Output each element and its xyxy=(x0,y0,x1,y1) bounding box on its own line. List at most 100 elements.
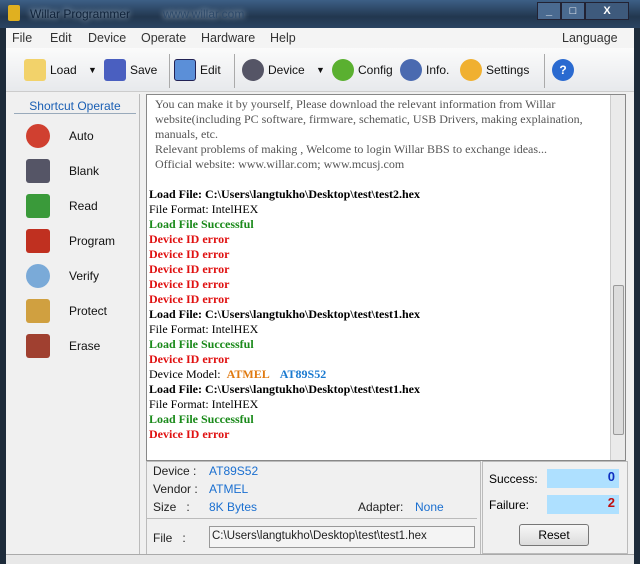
log-text: File Format: IntelHEX xyxy=(149,202,259,216)
edit-button[interactable]: Edit xyxy=(174,58,221,82)
device-info-panel: Device : AT89S52 Vendor : ATMEL Size : 8… xyxy=(146,461,481,564)
protect-label: Protect xyxy=(69,304,108,318)
info-button[interactable]: Info. xyxy=(400,58,449,82)
log-line: Load File: C:\Users\langtukho\Desktop\te… xyxy=(149,382,609,397)
log-line: Load File Successful xyxy=(149,337,609,352)
menu-language[interactable]: Language xyxy=(562,31,618,45)
vendor-value: ATMEL xyxy=(209,482,249,496)
settings-gear-icon xyxy=(460,59,482,81)
log-line: Load File Successful xyxy=(149,217,609,232)
success-label: Success: xyxy=(489,472,538,486)
load-dropdown[interactable]: ▼ xyxy=(88,58,97,82)
adapter-label: Adapter: xyxy=(358,500,404,514)
intro-text: You can make it by yourself, Please down… xyxy=(149,97,609,172)
log-line: Device ID error xyxy=(149,292,609,307)
log-text: Device ID error xyxy=(149,247,230,261)
log-text: Device ID error xyxy=(149,292,230,306)
blank-icon xyxy=(26,159,50,183)
load-button[interactable]: Load xyxy=(24,58,77,82)
file-label: File : xyxy=(153,531,186,545)
log-model: AT89S52 xyxy=(279,367,327,381)
erase-button[interactable]: Erase xyxy=(26,332,136,360)
log-line: File Format: IntelHEX xyxy=(149,202,609,217)
failure-count: 2 xyxy=(547,495,619,514)
title-bar: Willar Programmer www.willar.com _ □ X xyxy=(0,0,640,28)
auto-icon xyxy=(26,124,50,148)
log-output[interactable]: You can make it by yourself, Please down… xyxy=(146,94,626,461)
menu-help[interactable]: Help xyxy=(270,31,296,45)
log-lines: Load File: C:\Users\langtukho\Desktop\te… xyxy=(149,187,609,442)
failure-label: Failure: xyxy=(489,498,530,512)
folder-open-icon xyxy=(24,59,46,81)
log-line: Device ID error xyxy=(149,247,609,262)
menu-hardware[interactable]: Hardware xyxy=(201,31,255,45)
close-button[interactable]: X xyxy=(585,2,629,20)
help-button[interactable]: ? xyxy=(552,58,574,82)
log-text: Device ID error xyxy=(149,427,230,441)
size-value: 8K Bytes xyxy=(209,500,258,514)
program-button[interactable]: Program xyxy=(26,227,136,255)
reset-button[interactable]: Reset xyxy=(519,524,589,546)
config-label: Config xyxy=(358,63,393,77)
shortcut-header: Shortcut Operate xyxy=(14,99,136,114)
menu-operate[interactable]: Operate xyxy=(141,31,186,45)
separator xyxy=(169,54,170,88)
auto-button[interactable]: Auto xyxy=(26,122,136,150)
log-text: Device ID error xyxy=(149,262,230,276)
size-label: Size : xyxy=(153,500,190,514)
settings-label: Settings xyxy=(486,63,530,77)
maximize-button[interactable]: □ xyxy=(561,2,585,20)
info-icon xyxy=(400,59,422,81)
config-button[interactable]: Config xyxy=(332,58,393,82)
log-line: File Format: IntelHEX xyxy=(149,322,609,337)
info-label: Info. xyxy=(426,63,450,77)
log-line: Load File: C:\Users\langtukho\Desktop\te… xyxy=(149,187,609,202)
log-line: Device ID error xyxy=(149,262,609,277)
save-button[interactable]: Save xyxy=(104,58,157,82)
intro-line: website(including PC software, firmware,… xyxy=(155,112,583,126)
menu-edit[interactable]: Edit xyxy=(50,31,72,45)
log-line: Load File: C:\Users\langtukho\Desktop\te… xyxy=(149,307,609,322)
menu-bar: File Edit Device Operate Hardware Help L… xyxy=(6,28,634,48)
adapter-value: None xyxy=(415,500,444,514)
log-text: Load File Successful xyxy=(149,217,254,231)
stats-panel: Success: 0 Failure: 2 Reset xyxy=(482,461,628,554)
log-text: Load File Successful xyxy=(149,412,254,426)
menu-file[interactable]: File xyxy=(12,31,32,45)
protect-button[interactable]: Protect xyxy=(26,297,136,325)
gear-config-icon xyxy=(332,59,354,81)
verify-button[interactable]: Verify xyxy=(26,262,136,290)
intro-line: Official website: www.willar.com; www.mc… xyxy=(155,157,405,171)
file-path-field[interactable]: C:\Users\langtukho\Desktop\test\test1.he… xyxy=(209,526,475,548)
device-chip-icon xyxy=(242,59,264,81)
scroll-thumb[interactable] xyxy=(613,285,624,435)
success-count: 0 xyxy=(547,469,619,488)
blank-button[interactable]: Blank xyxy=(26,157,136,185)
minimize-button[interactable]: _ xyxy=(537,2,561,20)
menu-device[interactable]: Device xyxy=(88,31,126,45)
log-line: Load File Successful xyxy=(149,412,609,427)
log-text: Device Model: xyxy=(149,367,221,381)
read-icon xyxy=(26,194,50,218)
edit-label: Edit xyxy=(200,63,221,77)
intro-line: Relevant problems of making , Welcome to… xyxy=(155,142,548,156)
device-label: Device xyxy=(268,63,305,77)
verify-magnifier-icon xyxy=(26,264,50,288)
floppy-disk-icon xyxy=(104,59,126,81)
settings-button[interactable]: Settings xyxy=(460,58,529,82)
device-dropdown[interactable]: ▼ xyxy=(316,58,325,82)
log-scrollbar[interactable] xyxy=(610,95,625,460)
log-line: Device ID error xyxy=(149,352,609,367)
log-text: Device ID error xyxy=(149,232,230,246)
log-text: File Format: IntelHEX xyxy=(149,397,259,411)
shortcut-panel: Shortcut Operate Auto Blank Read Program… xyxy=(6,94,140,564)
device-button[interactable]: Device xyxy=(242,58,305,82)
separator xyxy=(544,54,545,88)
window-url: www.willar.com xyxy=(163,7,245,21)
device-value: AT89S52 xyxy=(209,464,259,478)
verify-label: Verify xyxy=(69,269,100,283)
separator xyxy=(234,54,235,88)
app-logo-icon xyxy=(8,5,20,21)
intro-line: manuals, etc. xyxy=(155,127,218,141)
read-button[interactable]: Read xyxy=(26,192,136,220)
